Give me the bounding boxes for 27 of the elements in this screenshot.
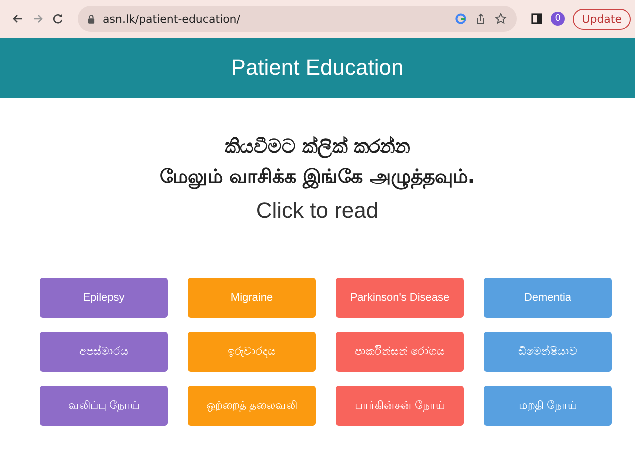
google-icon[interactable] xyxy=(455,13,468,25)
topic-button[interactable]: Migraine xyxy=(188,278,316,318)
topic-button[interactable]: பார்கின்சன் நோய் xyxy=(336,386,464,426)
topic-button[interactable]: மறதி நோய் xyxy=(484,386,612,426)
sidebar-icon[interactable] xyxy=(531,13,544,25)
back-icon[interactable] xyxy=(12,13,24,25)
reload-icon[interactable] xyxy=(52,13,64,25)
page-title: Patient Education xyxy=(231,55,404,81)
intro-text: மேலும் வாசிக்க இங்கே அழுத்தவும். xyxy=(160,166,476,190)
topic-button[interactable]: Dementia xyxy=(484,278,612,318)
share-icon[interactable] xyxy=(475,13,488,25)
topic-button[interactable]: Epilepsy xyxy=(40,278,168,318)
topic-button[interactable]: Parkinson's Disease xyxy=(336,278,464,318)
topic-button[interactable]: ඉරුවාරදය xyxy=(188,332,316,372)
star-icon[interactable] xyxy=(495,13,508,25)
topic-button[interactable]: ஒற்றைத் தலைவலி xyxy=(188,386,316,426)
intro-text: Click to read xyxy=(256,198,379,224)
topic-button[interactable]: පාර්කින්සන් රෝගය xyxy=(336,332,464,372)
lock-icon xyxy=(88,14,95,24)
address-bar[interactable]: asn.lk/patient-education/ xyxy=(78,6,518,32)
intro-text: කියවීමට ක්ලික් කරන්න xyxy=(224,136,410,158)
topic-button[interactable]: வலிப்பு நோய் xyxy=(40,386,168,426)
update-button[interactable]: Update xyxy=(573,8,631,30)
topic-button[interactable]: අපස්මාරය xyxy=(40,332,168,372)
topic-button[interactable]: ඩිමෙන්ෂියාව xyxy=(484,332,612,372)
profile-avatar[interactable]: 0 xyxy=(551,12,566,26)
url-text: asn.lk/patient-education/ xyxy=(103,12,242,26)
